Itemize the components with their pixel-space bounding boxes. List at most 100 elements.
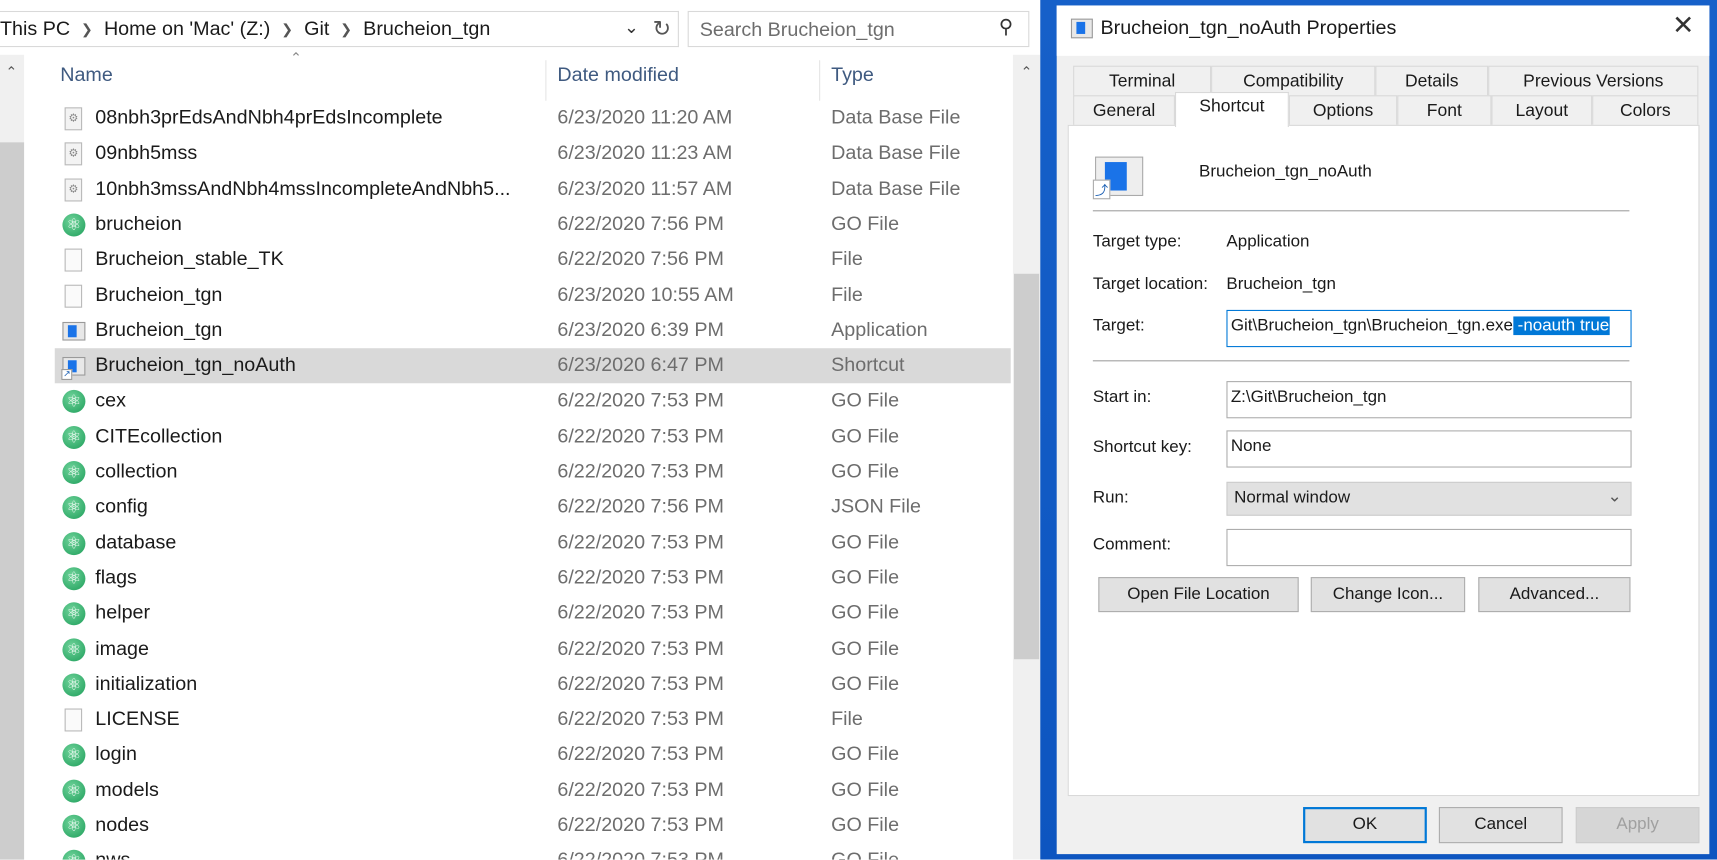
file-name: Brucheion_tgn	[95, 283, 223, 305]
scroll-up-icon[interactable]: ⌃	[1021, 64, 1033, 82]
column-header-date[interactable]: Date modified	[557, 64, 679, 87]
file-list-scrollbar[interactable]: ⌃	[1012, 54, 1041, 860]
file-row[interactable]: ⚛ models 6/22/2020 7:53 PM GO File	[55, 773, 1011, 808]
file-type: JSON File	[831, 495, 921, 518]
file-date: 6/23/2020 11:20 AM	[557, 106, 733, 129]
column-divider[interactable]	[545, 60, 547, 101]
file-name: 08nbh3prEdsAndNbh4prEdsIncomplete	[95, 106, 443, 129]
refresh-icon[interactable]: ↻	[653, 15, 671, 42]
comment-input[interactable]	[1226, 528, 1632, 567]
file-row[interactable]: ⚙ 09nbh5mss 6/23/2020 11:23 AM Data Base Fi…	[55, 136, 1011, 171]
file-date: 6/22/2020 7:53 PM	[557, 742, 724, 765]
file-icon	[64, 708, 83, 732]
go-file-icon: ⚛	[62, 390, 86, 414]
breadcrumb-git[interactable]: Git	[298, 18, 336, 41]
file-row[interactable]: ⚛ nws 6/22/2020 7:53 PM GO File	[55, 843, 1011, 860]
file-row[interactable]: ⚙ 08nbh3prEdsAndNbh4prEdsIncomplete 6/23/2…	[55, 101, 1011, 136]
cancel-button[interactable]: Cancel	[1438, 807, 1563, 844]
file-type: Shortcut	[831, 353, 905, 376]
file-date: 6/22/2020 7:56 PM	[557, 495, 724, 518]
run-select[interactable]: Normal window ⌄	[1226, 481, 1632, 516]
file-row[interactable]: ⚛ login 6/22/2020 7:53 PM GO File	[55, 737, 1011, 772]
tab-previous-versions[interactable]: Previous Versions	[1488, 65, 1699, 97]
file-date: 6/22/2020 7:53 PM	[557, 530, 724, 553]
search-input[interactable]: Search Brucheion_tgn	[687, 10, 1030, 48]
breadcrumb-this-pc[interactable]: This PC	[0, 18, 77, 41]
column-header-name[interactable]: Name	[60, 64, 113, 87]
file-row[interactable]: ⚛ collection 6/22/2020 7:53 PM GO File	[55, 454, 1011, 489]
file-type: Data Base File	[831, 141, 961, 164]
file-date: 6/23/2020 6:47 PM	[557, 353, 724, 376]
ok-button[interactable]: OK	[1303, 807, 1427, 844]
file-name: collection	[95, 459, 178, 482]
file-date: 6/22/2020 7:53 PM	[557, 849, 724, 860]
file-row[interactable]: LICENSE 6/22/2020 7:53 PM File	[55, 702, 1011, 737]
shortcut-icon: ↗	[61, 357, 86, 381]
file-row[interactable]: ⚛ database 6/22/2020 7:53 PM GO File	[55, 525, 1011, 560]
file-name: LICENSE	[95, 707, 180, 730]
file-row[interactable]: ⚙ 10nbh3mssAndNbh4mssIncompleteAndNbh5...…	[55, 171, 1011, 206]
apply-button[interactable]: Apply	[1575, 807, 1700, 844]
advanced-button[interactable]: Advanced...	[1478, 577, 1631, 613]
file-name: helper	[95, 601, 151, 624]
shortcut-large-icon: ⤴	[1092, 156, 1144, 200]
dialog-title: Brucheion_tgn_noAuth Properties	[1100, 16, 1397, 39]
tab-details[interactable]: Details	[1375, 65, 1489, 97]
breadcrumb-home[interactable]: Home on 'Mac' (Z:)	[97, 18, 276, 41]
target-type-label: Target type:	[1092, 232, 1182, 251]
navigation-pane-scrollbar[interactable]: ⌃	[0, 54, 25, 860]
file-name: 09nbh5mss	[95, 141, 198, 164]
change-icon-button[interactable]: Change Icon...	[1310, 577, 1466, 613]
chevron-right-icon: ❯	[281, 20, 294, 37]
file-row[interactable]: ⚛ nodes 6/22/2020 7:53 PM GO File	[55, 808, 1011, 843]
column-header-type[interactable]: Type	[831, 64, 874, 87]
file-type: Data Base File	[831, 176, 961, 199]
breadcrumb-brucheion-tgn[interactable]: Brucheion_tgn	[357, 18, 497, 41]
file-row[interactable]: Brucheion_tgn 6/23/2020 6:39 PM Applicatio…	[55, 313, 1011, 348]
search-icon[interactable]: ⚲	[999, 15, 1013, 38]
tab-layout[interactable]: Layout	[1491, 95, 1593, 126]
history-dropdown-icon[interactable]: ⌄	[624, 16, 639, 38]
file-row[interactable]: ⚛ helper 6/22/2020 7:53 PM GO File	[55, 596, 1011, 631]
run-label: Run:	[1092, 488, 1129, 507]
file-date: 6/22/2020 7:56 PM	[557, 247, 724, 270]
scrollbar-thumb[interactable]	[1013, 273, 1040, 660]
file-row[interactable]: ⚛ brucheion 6/22/2020 7:56 PM GO File	[55, 207, 1011, 242]
file-name: Brucheion_tgn	[95, 318, 223, 341]
scrollbar-thumb[interactable]	[0, 142, 25, 860]
file-date: 6/23/2020 6:39 PM	[557, 318, 724, 341]
go-file-icon: ⚛	[62, 461, 86, 485]
address-bar[interactable]: This PC ❯ Home on 'Mac' (Z:) ❯ Git ❯ Bru…	[0, 10, 679, 48]
scroll-up-icon[interactable]: ⌃	[5, 64, 17, 82]
application-icon	[62, 321, 86, 341]
close-icon[interactable]: ✕	[1672, 10, 1694, 42]
tab-font[interactable]: Font	[1397, 95, 1492, 126]
go-file-icon: ⚛	[62, 425, 86, 449]
file-row[interactable]: ⚛ config 6/22/2020 7:56 PM JSON File	[55, 490, 1011, 525]
file-row[interactable]: ⚛ cex 6/22/2020 7:53 PM GO File	[55, 384, 1011, 419]
file-name: CITEcollection	[95, 424, 223, 447]
tab-options[interactable]: Options	[1288, 95, 1398, 126]
file-row[interactable]: ⚛ image 6/22/2020 7:53 PM GO File	[55, 631, 1011, 666]
file-row[interactable]: Brucheion_stable_TK 6/22/2020 7:56 PM File	[55, 242, 1011, 277]
file-row[interactable]: ⚛ CITEcollection 6/22/2020 7:53 PM GO File	[55, 419, 1011, 454]
target-input[interactable]: Git\Brucheion_tgn\Brucheion_tgn.exe -noa…	[1226, 309, 1632, 348]
go-file-icon: ⚛	[62, 567, 86, 591]
open-file-location-button[interactable]: Open File Location	[1098, 577, 1299, 613]
start-in-input[interactable]: Z:\Git\Brucheion_tgn	[1226, 381, 1632, 419]
tab-general[interactable]: General	[1073, 95, 1175, 126]
file-row[interactable]: ⚛ flags 6/22/2020 7:53 PM GO File	[55, 561, 1011, 596]
go-file-icon: ⚛	[62, 850, 86, 860]
chevron-down-icon: ⌄	[1607, 487, 1622, 506]
go-file-icon: ⚛	[62, 602, 86, 626]
file-row[interactable]: ↗ Brucheion_tgn_noAuth 6/23/2020 6:47 PM Sh…	[54, 348, 1011, 384]
tab-colors[interactable]: Colors	[1592, 95, 1699, 126]
tab-shortcut[interactable]: Shortcut	[1174, 91, 1289, 128]
divider	[1092, 360, 1630, 362]
file-type: GO File	[831, 389, 900, 412]
file-row[interactable]: Brucheion_tgn 6/23/2020 10:55 AM File	[55, 278, 1011, 313]
column-divider[interactable]	[819, 60, 821, 101]
shortcut-key-input[interactable]: None	[1226, 430, 1632, 468]
file-row[interactable]: ⚛ initialization 6/22/2020 7:53 PM GO File	[55, 667, 1011, 702]
file-name: login	[95, 742, 137, 765]
